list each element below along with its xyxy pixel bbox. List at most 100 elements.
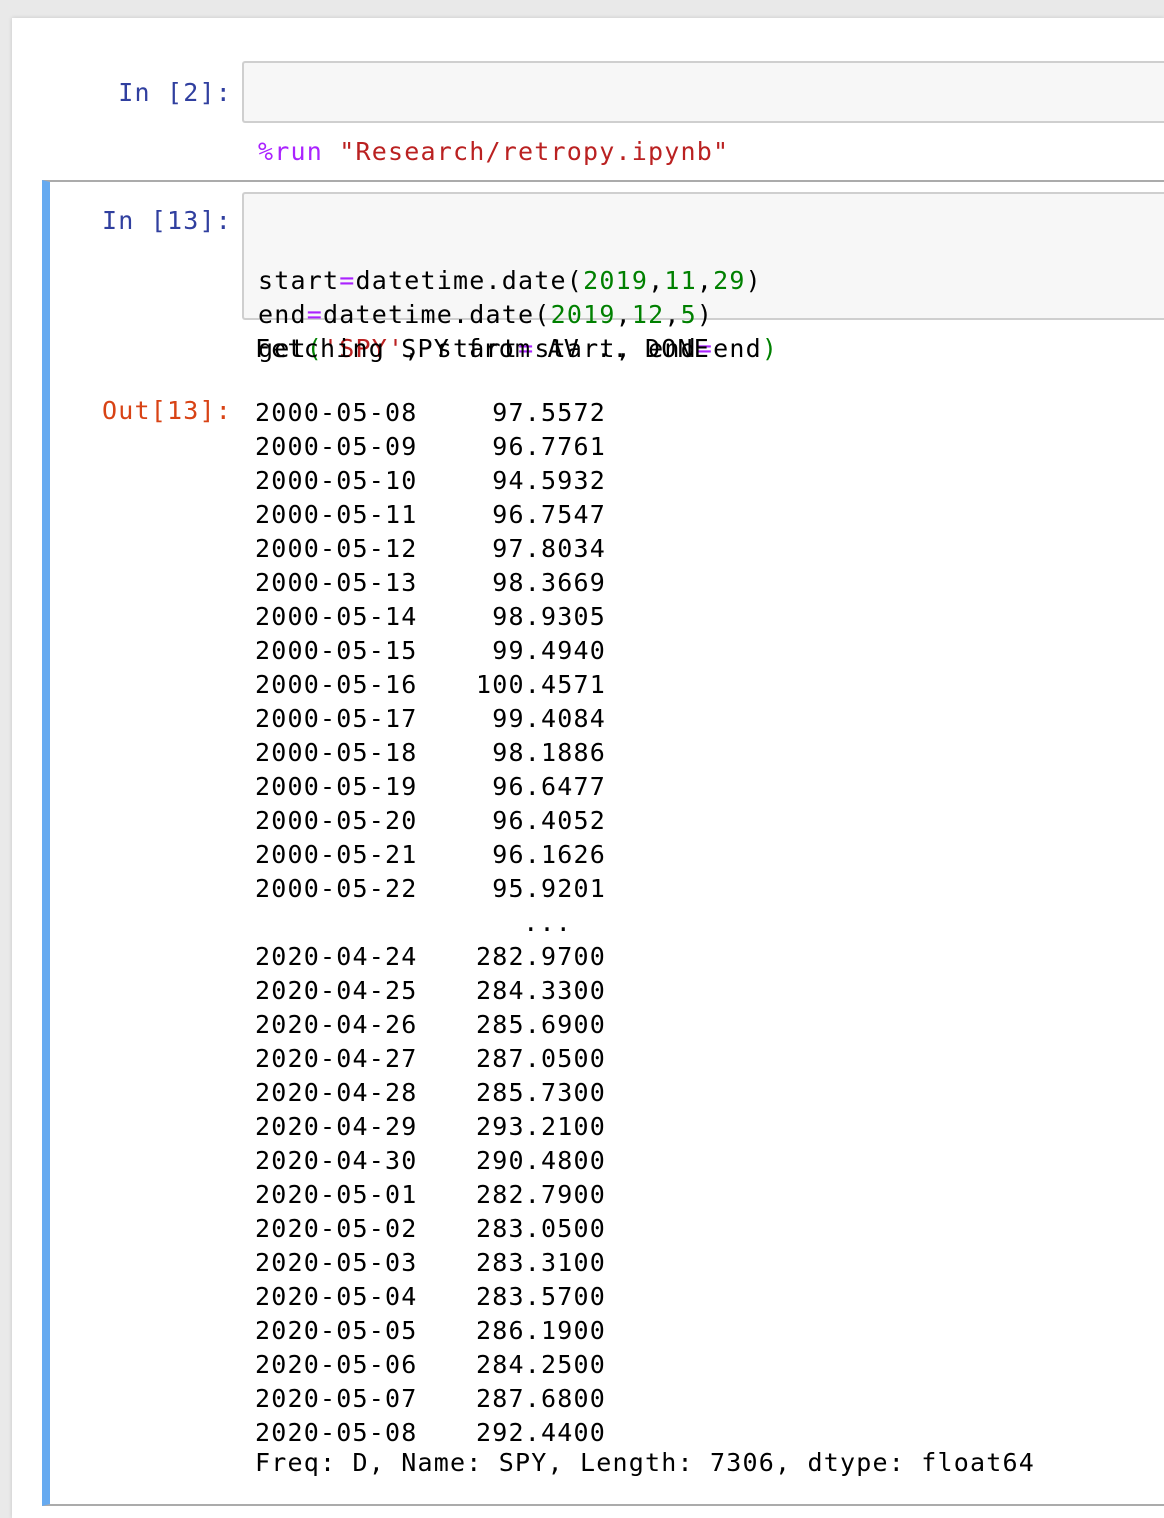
series-row: 2000-05-11 96.7547 xyxy=(255,498,606,532)
code-token: , xyxy=(615,300,632,329)
series-row: 2000-05-19 96.6477 xyxy=(255,770,606,804)
series-row: 2020-05-05 286.1900 xyxy=(255,1314,606,1348)
code-token: ) xyxy=(745,266,762,295)
series-output-table: 2000-05-08 97.5572 2000-05-09 96.7761 2000-0… xyxy=(255,396,606,1450)
series-date: 2000-05-17 xyxy=(255,704,418,733)
series-row: 2000-05-22 95.9201 xyxy=(255,872,606,906)
series-row: 2020-04-24 282.9700 xyxy=(255,940,606,974)
series-date: 2000-05-08 xyxy=(255,398,418,427)
series-date: 2000-05-10 xyxy=(255,466,418,495)
code-token: , xyxy=(664,300,681,329)
series-value: 282.9700 xyxy=(475,942,606,971)
code-string: "Research/retropy.ipynb" xyxy=(339,137,730,166)
series-value: 96.7761 xyxy=(492,432,606,461)
code-token: 2019 xyxy=(550,300,616,329)
series-date: 2000-05-16 xyxy=(255,670,418,699)
series-row: 2020-05-01 282.7900 xyxy=(255,1178,606,1212)
code-token: 2019 xyxy=(583,266,649,295)
code-token: 12 xyxy=(631,300,665,329)
series-value: 97.8034 xyxy=(492,534,606,563)
series-row: 2020-05-03 283.3100 xyxy=(255,1246,606,1280)
code-token: datetime.date( xyxy=(323,300,551,329)
series-value: 284.3300 xyxy=(475,976,606,1005)
series-value: 290.4800 xyxy=(475,1146,606,1175)
input-prompt-2: In [2]: xyxy=(118,78,232,107)
series-date: 2000-05-22 xyxy=(255,874,418,903)
series-date: 2020-05-04 xyxy=(255,1282,418,1311)
series-row: 2000-05-12 97.8034 xyxy=(255,532,606,566)
series-value: 287.0500 xyxy=(475,1044,606,1073)
series-date: 2000-05-11 xyxy=(255,500,418,529)
series-date: 2000-05-13 xyxy=(255,568,418,597)
series-row: 2000-05-16 100.4571 xyxy=(255,668,606,702)
series-value: 99.4940 xyxy=(492,636,606,665)
code-cell-input-2[interactable]: %run "Research/retropy.ipynb" xyxy=(242,61,1164,166)
series-row: 2000-05-13 98.3669 xyxy=(255,566,606,600)
notebook-page: In [2]: %run "Research/retropy.ipynb" In… xyxy=(12,18,1164,1518)
series-row: 2000-05-20 96.4052 xyxy=(255,804,606,838)
series-date: 2020-04-28 xyxy=(255,1078,418,1107)
code-token: = xyxy=(339,266,356,295)
series-date: 2020-05-05 xyxy=(255,1316,418,1345)
series-value: 98.3669 xyxy=(492,568,606,597)
series-row: 2020-04-30 290.4800 xyxy=(255,1144,606,1178)
series-date: 2020-05-02 xyxy=(255,1214,418,1243)
series-date: 2000-05-15 xyxy=(255,636,418,665)
series-value: 287.6800 xyxy=(475,1384,606,1413)
series-row: 2020-05-06 284.2500 xyxy=(255,1348,606,1382)
code-token: start xyxy=(258,266,340,295)
series-value: 100.4571 xyxy=(475,670,606,699)
series-date: 2000-05-09 xyxy=(255,432,418,461)
series-summary: Freq: D, Name: SPY, Length: 7306, dtype:… xyxy=(255,1448,1036,1477)
series-value: 96.6477 xyxy=(492,772,606,801)
series-date: 2000-05-12 xyxy=(255,534,418,563)
series-row: 2020-05-04 283.5700 xyxy=(255,1280,606,1314)
series-row: 2020-05-07 287.6800 xyxy=(255,1382,606,1416)
series-row: 2020-04-29 293.2100 xyxy=(255,1110,606,1144)
series-row: 2020-04-27 287.0500 xyxy=(255,1042,606,1076)
series-row: 2020-04-25 284.3300 xyxy=(255,974,606,1008)
series-value: 283.3100 xyxy=(475,1248,606,1277)
series-value: 284.2500 xyxy=(475,1350,606,1379)
series-row: 2000-05-21 96.1626 xyxy=(255,838,606,872)
series-date: 2000-05-18 xyxy=(255,738,418,767)
series-value: 99.4084 xyxy=(492,704,606,733)
code-token: 29 xyxy=(713,266,746,295)
series-value: 96.4052 xyxy=(492,806,606,835)
series-row: 2000-05-08 97.5572 xyxy=(255,396,606,430)
series-value: 96.7547 xyxy=(492,500,606,529)
stream-output: Fetching SPY from AV .. DONE xyxy=(255,334,711,363)
series-date: 2020-05-06 xyxy=(255,1350,418,1379)
series-row: 2000-05-17 99.4084 xyxy=(255,702,606,736)
series-row: 2020-05-02 283.0500 xyxy=(255,1212,606,1246)
code-cell-input-13[interactable]: start=datetime.date(2019,11,29) end=datet… xyxy=(242,192,1164,363)
code-token: , xyxy=(648,266,665,295)
series-value: 283.5700 xyxy=(475,1282,606,1311)
code-line: end=datetime.date(2019,12,5) xyxy=(258,298,1164,332)
series-date: 2020-05-08 xyxy=(255,1418,418,1447)
series-value: 285.7300 xyxy=(475,1078,606,1107)
code-token: end xyxy=(713,334,762,363)
magic-command: %run xyxy=(258,137,324,166)
series-row: 2000-05-15 99.4940 xyxy=(255,634,606,668)
output-prompt-13: Out[13]: xyxy=(101,396,232,425)
series-value: 95.9201 xyxy=(492,874,606,903)
series-value: 282.7900 xyxy=(475,1180,606,1209)
code-token: 5 xyxy=(680,300,697,329)
code-token: ) xyxy=(696,300,714,329)
series-value: 283.0500 xyxy=(475,1214,606,1243)
series-ellipsis-row: ... xyxy=(255,906,606,940)
series-date: 2020-05-01 xyxy=(255,1180,418,1209)
series-date: 2020-04-27 xyxy=(255,1044,418,1073)
code-token: end xyxy=(258,300,307,329)
series-row: 2000-05-09 96.7761 xyxy=(255,430,606,464)
series-date: 2020-04-29 xyxy=(255,1112,418,1141)
series-date: 2000-05-21 xyxy=(255,840,418,869)
code-token: , xyxy=(696,266,714,295)
input-prompt-13: In [13]: xyxy=(101,206,232,235)
series-date: 2000-05-20 xyxy=(255,806,418,835)
series-date: 2020-05-03 xyxy=(255,1248,418,1277)
series-value: 292.4400 xyxy=(475,1418,606,1447)
series-date: 2020-04-25 xyxy=(255,976,418,1005)
series-row: 2000-05-18 98.1886 xyxy=(255,736,606,770)
